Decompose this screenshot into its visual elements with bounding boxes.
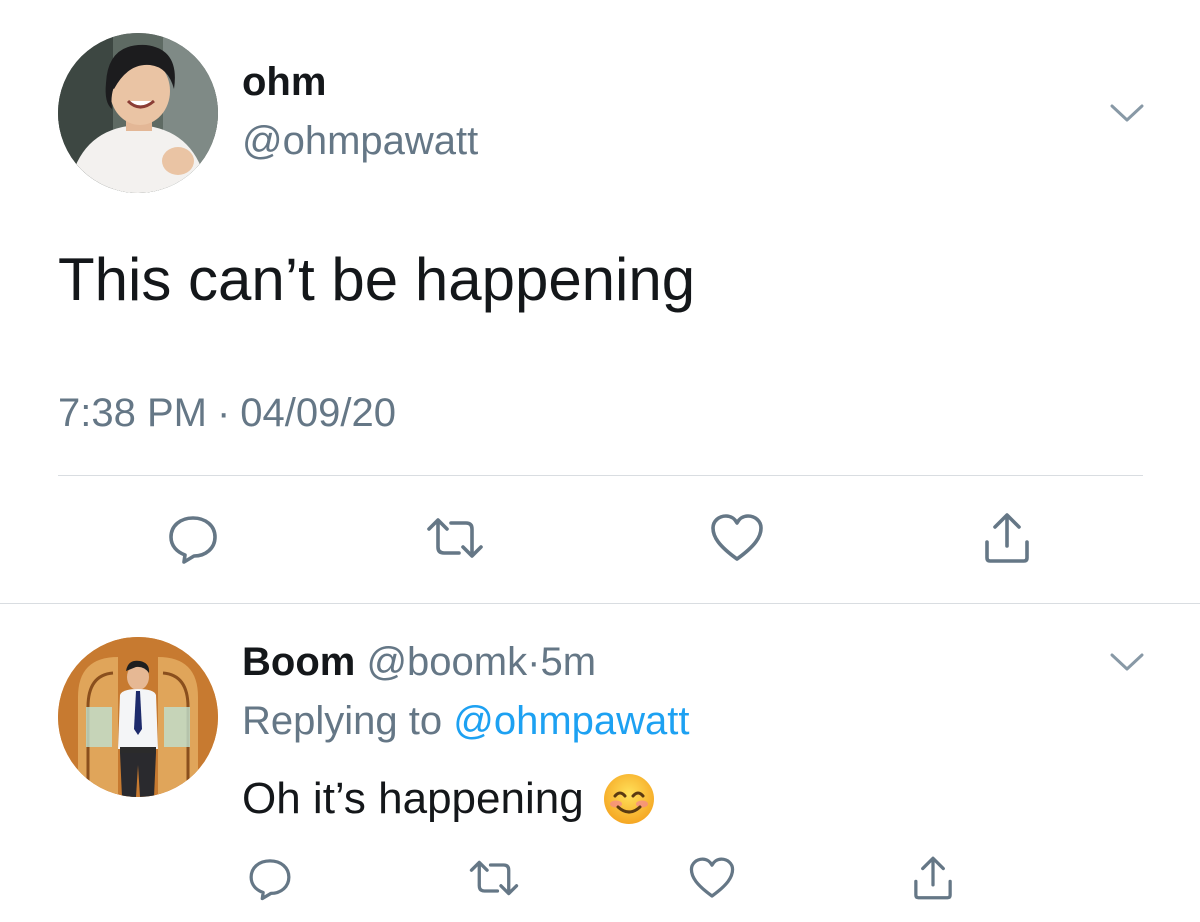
retweet-icon	[427, 518, 483, 558]
display-name[interactable]: Boom	[242, 640, 355, 684]
separator: ·	[527, 640, 541, 684]
share-button[interactable]	[903, 848, 963, 908]
smiling-face-icon	[602, 772, 656, 826]
avatar-photo	[58, 637, 218, 797]
reply-button[interactable]	[240, 848, 300, 908]
reply-icon	[249, 859, 291, 901]
chevron-down-icon[interactable]	[1110, 103, 1144, 123]
main-tweet: ohm @ohmpawatt This can’t be happening 7…	[0, 0, 1200, 604]
retweet-icon	[469, 860, 519, 896]
divider	[58, 475, 1143, 476]
separator: ·	[216, 391, 231, 435]
retweet-button[interactable]	[464, 848, 524, 908]
time-ago[interactable]: 5m	[540, 640, 596, 684]
share-icon	[914, 856, 952, 900]
share-icon	[985, 513, 1029, 563]
share-button[interactable]	[977, 508, 1037, 568]
retweet-button[interactable]	[425, 508, 485, 568]
tweet-text: Oh it’s happening	[242, 774, 584, 823]
chevron-down-icon[interactable]	[1110, 652, 1144, 672]
reply-button[interactable]	[163, 508, 223, 568]
reply-icon	[169, 516, 217, 564]
user-handle[interactable]: @boomk	[366, 640, 527, 684]
reply-text-row: Oh it’s happening	[242, 772, 656, 826]
display-name[interactable]: ohm	[242, 62, 326, 102]
user-handle[interactable]: @ohmpawatt	[242, 121, 478, 161]
replying-to: Replying to @ohmpawatt	[242, 701, 690, 741]
avatar-photo	[58, 33, 218, 193]
mention-link[interactable]: @ohmpawatt	[453, 699, 689, 743]
heart-icon	[689, 857, 735, 898]
like-button[interactable]	[682, 848, 742, 908]
tweet-date: 04/09/20	[240, 391, 396, 435]
reply-tweet[interactable]: Boom @boomk·5m Replying to @ohmpawatt Oh…	[0, 604, 1200, 922]
avatar[interactable]	[58, 637, 218, 797]
tweet-time: 7:38 PM	[58, 391, 207, 435]
avatar[interactable]	[58, 33, 218, 193]
reply-header: Boom @boomk·5m	[242, 642, 596, 682]
tweet-timestamp[interactable]: 7:38 PM · 04/09/20	[58, 393, 396, 433]
tweet-text: This can’t be happening	[58, 246, 696, 313]
heart-icon	[711, 514, 763, 561]
replying-to-label: Replying to	[242, 699, 443, 743]
like-button[interactable]	[707, 508, 767, 568]
